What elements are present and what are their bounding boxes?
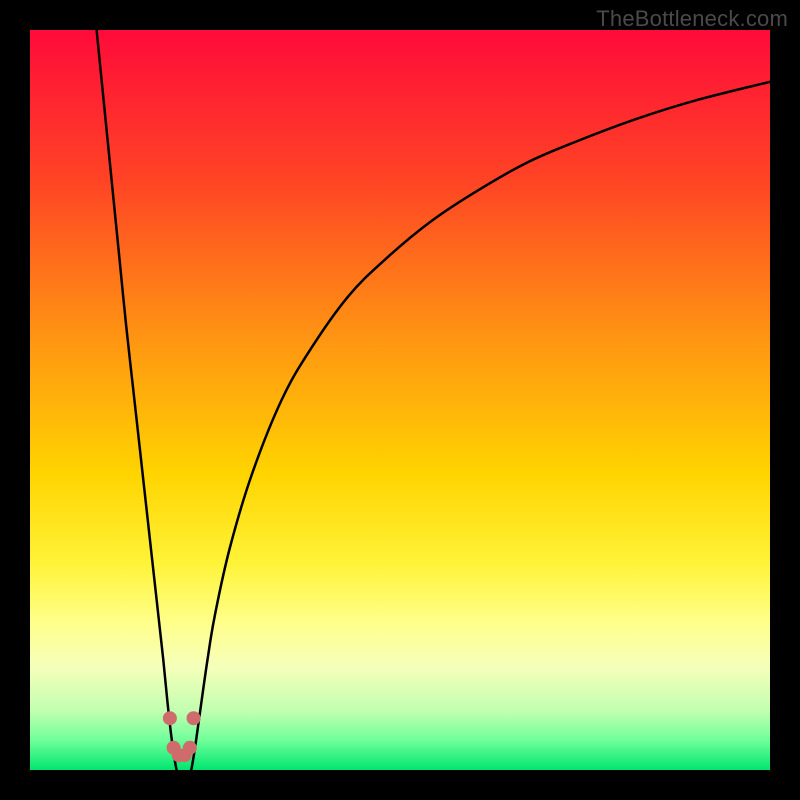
watermark-text: TheBottleneck.com xyxy=(596,6,788,32)
chart-svg xyxy=(30,30,770,770)
chart-frame: TheBottleneck.com xyxy=(0,0,800,800)
chart-plot-area xyxy=(30,30,770,770)
chart-background xyxy=(30,30,770,770)
dip-dot xyxy=(187,711,201,725)
dip-dot xyxy=(183,741,197,755)
dip-dot xyxy=(163,711,177,725)
